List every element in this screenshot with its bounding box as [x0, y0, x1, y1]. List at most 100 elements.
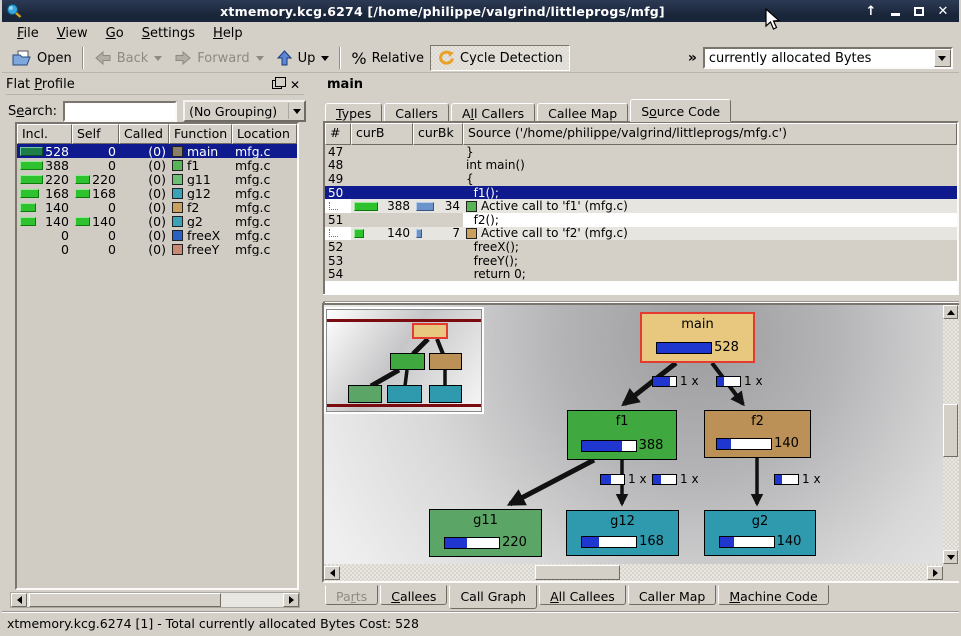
column-header-location[interactable]: Location: [232, 124, 297, 144]
table-row-f1[interactable]: 388 0 (0) f1 mfg.c: [17, 158, 297, 172]
column-header-curB[interactable]: curB: [351, 123, 413, 145]
source-header: # curB curBk Source ('/home/philippe/val…: [325, 123, 957, 145]
column-header-line[interactable]: #: [325, 123, 351, 145]
call-graph-canvas[interactable]: main 528 f1 388 f2 140 g11 220 g12 168: [324, 305, 943, 564]
dock-titlebar[interactable]: Flat Profile ✕: [6, 75, 304, 95]
scrollbar-thumb[interactable]: [535, 565, 620, 580]
table-row-freeY[interactable]: 0 0 (0) freeY mfg.c: [17, 242, 297, 256]
back-button[interactable]: Back: [88, 45, 169, 71]
horizontal-splitter[interactable]: [323, 294, 959, 302]
arrow-right-icon: [174, 50, 192, 66]
app-icon: [6, 3, 22, 19]
scrollbar-thumb[interactable]: [29, 593, 221, 607]
table-row-g11[interactable]: 220 220 (0) g11 mfg.c: [17, 172, 297, 186]
source-line-selected[interactable]: 50 f1();: [325, 186, 957, 200]
tab-machine-code[interactable]: Machine Code: [718, 585, 828, 605]
toolbar-overflow-icon[interactable]: »: [688, 50, 697, 66]
float-window-icon[interactable]: [268, 77, 286, 93]
grouping-combobox[interactable]: (No Grouping): [183, 100, 306, 122]
table-row-g12[interactable]: 168 168 (0) g12 mfg.c: [17, 186, 297, 200]
tab-caller-map[interactable]: Caller Map: [628, 585, 717, 605]
tab-types[interactable]: Types: [325, 103, 382, 122]
source-line[interactable]: 48int main(): [325, 159, 957, 173]
minimize-button[interactable]: [883, 1, 907, 21]
tab-source-code[interactable]: Source Code: [630, 99, 731, 122]
scroll-up-icon[interactable]: [943, 305, 958, 319]
tab-callee-map[interactable]: Callee Map: [537, 103, 628, 122]
shade-button[interactable]: ↑: [859, 1, 883, 21]
source-line[interactable]: 52 freeX();: [325, 240, 957, 254]
maximize-button[interactable]: [907, 1, 931, 21]
app-window: xtmemory.kcg.6274 [/home/philippe/valgri…: [0, 0, 961, 636]
vertical-splitter[interactable]: [308, 73, 320, 612]
graph-node-f1[interactable]: f1 388: [567, 410, 677, 460]
graph-node-main[interactable]: main 528: [640, 312, 755, 363]
source-line[interactable]: 54 return 0;: [325, 267, 957, 281]
column-header-curBk[interactable]: curBk: [413, 123, 463, 145]
graph-node-g12[interactable]: g12 168: [566, 510, 679, 556]
chevron-down-icon[interactable]: [934, 49, 951, 67]
column-header-function[interactable]: Function: [169, 124, 232, 144]
table-row-freeX[interactable]: 0 0 (0) freeX mfg.c: [17, 228, 297, 242]
menu-view[interactable]: View: [48, 24, 97, 43]
close-button[interactable]: ✕: [931, 1, 955, 21]
tab-callers[interactable]: Callers: [384, 103, 449, 122]
source-line[interactable]: 49{: [325, 172, 957, 186]
tab-all-callees[interactable]: All Callees: [539, 585, 626, 605]
graph-vscrollbar[interactable]: [943, 305, 960, 564]
graph-node-g11[interactable]: g11 220: [429, 509, 542, 557]
tab-all-callers[interactable]: All Callers: [451, 103, 535, 122]
up-button[interactable]: Up: [270, 45, 336, 71]
up-dropdown-icon[interactable]: [321, 56, 329, 61]
table-row-g2[interactable]: 140 140 (0) g2 mfg.c: [17, 214, 297, 228]
graph-node-f2[interactable]: f2 140: [704, 410, 811, 458]
graph-node-g2[interactable]: g2 140: [704, 510, 816, 556]
scroll-down-icon[interactable]: [943, 550, 958, 564]
graph-hscrollbar[interactable]: [324, 564, 943, 581]
chevron-down-icon[interactable]: [288, 103, 304, 119]
menu-help[interactable]: Help: [204, 24, 252, 43]
menu-go[interactable]: Go: [97, 24, 133, 43]
search-input[interactable]: [63, 101, 177, 122]
scroll-left-icon[interactable]: [324, 566, 340, 580]
relative-toggle-button[interactable]: % Relative: [345, 45, 430, 71]
source-line[interactable]: 53 freeY();: [325, 254, 957, 268]
titlebar[interactable]: xtmemory.kcg.6274 [/home/philippe/valgri…: [2, 0, 959, 22]
cycle-arrow-icon: [437, 50, 455, 66]
function-color-icon: [466, 201, 477, 212]
percent-icon: %: [351, 49, 366, 68]
scroll-left-icon[interactable]: [11, 593, 27, 607]
scroll-right-icon[interactable]: [283, 593, 299, 607]
forward-button[interactable]: Forward: [168, 45, 269, 71]
table-header: Incl. Self Called Function Location: [17, 124, 297, 144]
cycle-detection-button[interactable]: Cycle Detection: [430, 45, 570, 71]
open-button[interactable]: Open: [6, 45, 78, 71]
column-header-called[interactable]: Called: [119, 124, 169, 144]
column-header-incl[interactable]: Incl.: [17, 124, 72, 144]
back-dropdown-icon[interactable]: [154, 56, 162, 61]
table-row-f2[interactable]: 140 0 (0) f2 mfg.c: [17, 200, 297, 214]
toolbar: Open Back Forward Up % Relativ: [2, 44, 959, 73]
graph-overview-minimap[interactable]: [326, 309, 482, 412]
source-call-row[interactable]: 140 7 Active call to 'f2' (mfg.c): [325, 227, 957, 241]
dock-close-icon[interactable]: ✕: [286, 77, 304, 93]
edge-label-f1-g12: 1 x: [652, 472, 699, 486]
source-call-row[interactable]: 388 34 Active call to 'f1' (mfg.c): [325, 199, 957, 213]
menu-settings[interactable]: Settings: [133, 24, 204, 43]
edge-label-f2-g2: 1 x: [774, 472, 821, 486]
table-row-main[interactable]: 528 0 (0) main mfg.c: [17, 144, 297, 158]
column-header-self[interactable]: Self: [72, 124, 119, 144]
tab-parts[interactable]: Parts: [325, 585, 378, 605]
forward-dropdown-icon[interactable]: [256, 56, 264, 61]
scrollbar-thumb[interactable]: [943, 404, 958, 457]
flat-profile-hscrollbar[interactable]: [10, 592, 300, 608]
edge-label-main-f2: 1 x: [716, 374, 763, 388]
scroll-right-icon[interactable]: [927, 566, 943, 580]
tab-callees[interactable]: Callees: [380, 585, 447, 605]
tab-call-graph[interactable]: Call Graph: [449, 585, 537, 609]
source-line[interactable]: 47}: [325, 145, 957, 159]
source-line[interactable]: 51 f2();: [325, 213, 957, 227]
event-type-combobox[interactable]: currently allocated Bytes: [703, 47, 953, 69]
menu-file[interactable]: File: [8, 24, 48, 43]
column-header-source[interactable]: Source ('/home/philippe/valgrind/littlep…: [463, 123, 957, 145]
